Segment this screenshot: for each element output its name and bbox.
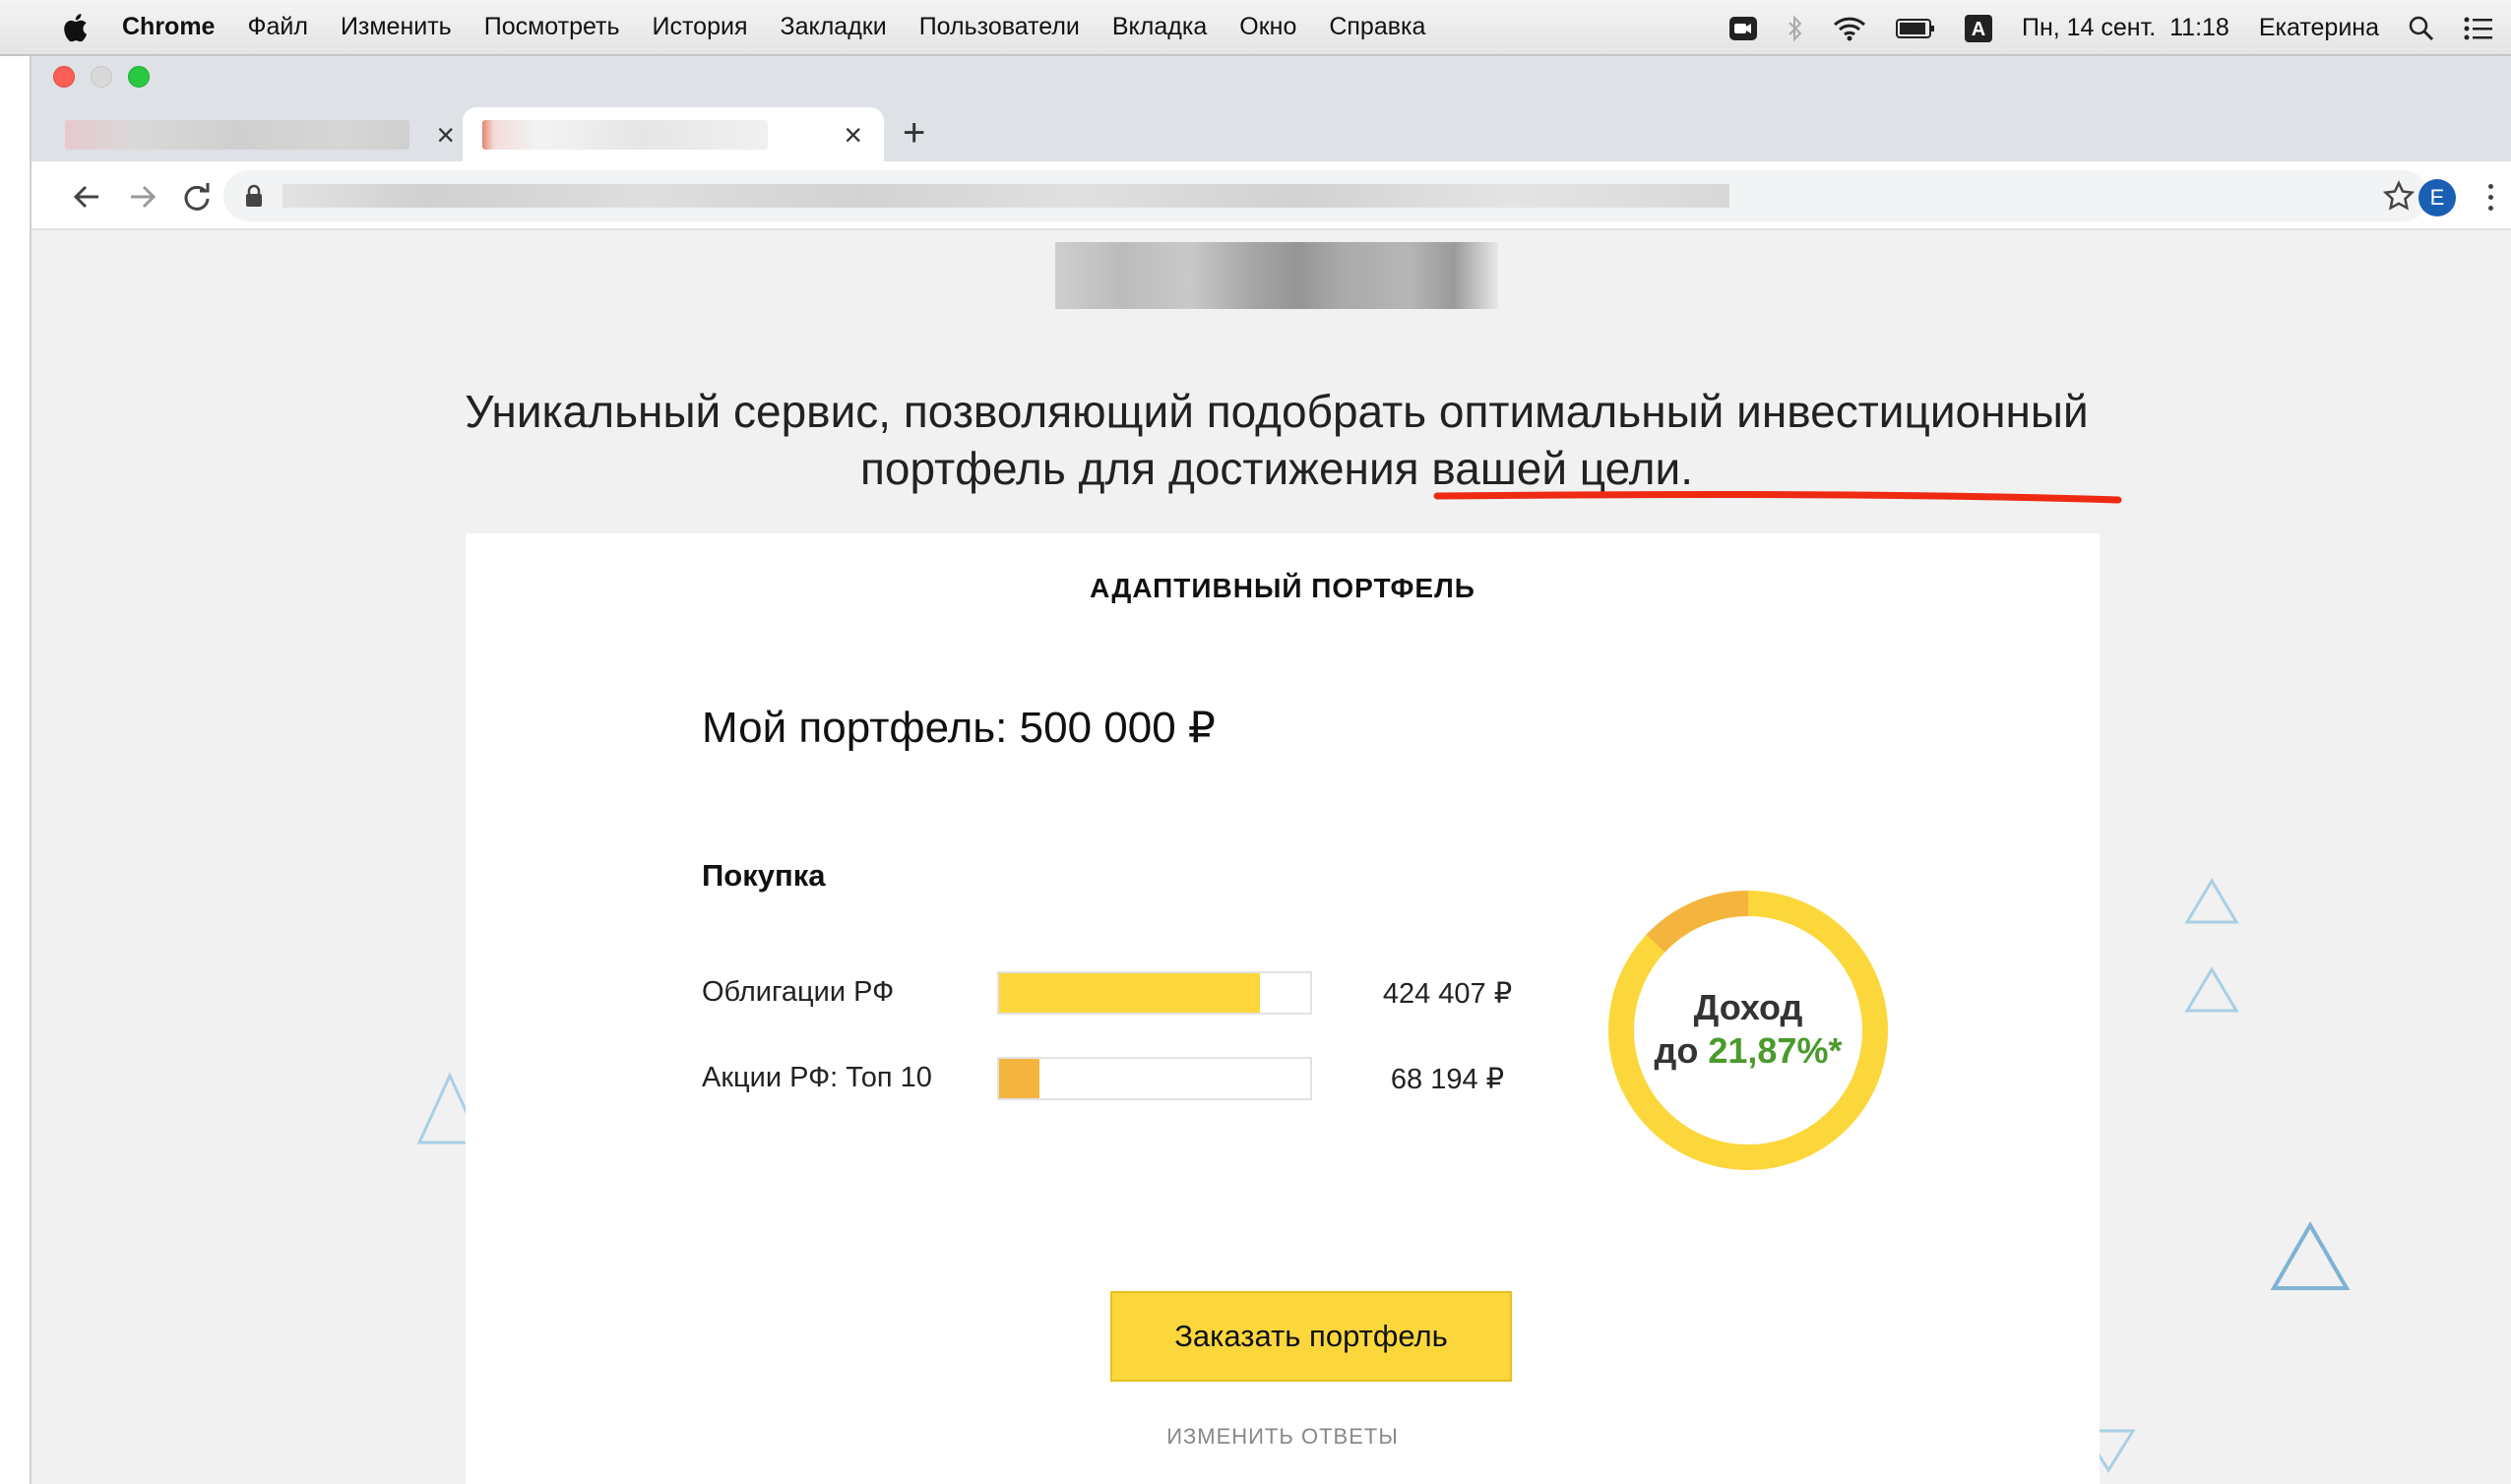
headline-highlight-2: портфель для достижения вашей цели. (860, 443, 1693, 494)
menu-history[interactable]: История (653, 13, 748, 41)
wifi-icon[interactable] (1833, 16, 1866, 41)
bookmark-star-icon[interactable] (2382, 180, 2416, 216)
menu-people[interactable]: Пользователи (919, 13, 1080, 41)
triangle-decoration-icon (2184, 966, 2239, 1013)
page-headline: Уникальный сервис, позволяющий подобрать… (327, 383, 2227, 497)
browser-window: × × + E Уникальный сервис, позволяющий п… (30, 56, 2511, 1484)
income-prefix: до (1654, 1030, 1709, 1071)
asset-name: Акции РФ: Топ 10 (702, 1062, 932, 1093)
triangle-decoration-icon (2184, 878, 2239, 924)
order-portfolio-button[interactable]: Заказать портфель (1110, 1291, 1512, 1382)
menu-help[interactable]: Справка (1329, 13, 1425, 41)
income-percentage: 21,87%* (1708, 1030, 1843, 1071)
menu-bookmarks[interactable]: Закладки (781, 13, 887, 41)
income-title: Доход (1693, 987, 1803, 1027)
allocation-bar (997, 1057, 1312, 1100)
menu-app-chrome[interactable]: Chrome (122, 13, 215, 41)
change-answers-link[interactable]: ИЗМЕНИТЬ ОТВЕТЫ (466, 1424, 2100, 1450)
headline-text: Уникальный сервис, позволяющий подобрать (465, 386, 1439, 437)
url-redacted (282, 184, 1729, 208)
address-bar[interactable] (223, 170, 2428, 221)
lock-icon[interactable] (245, 184, 263, 213)
close-window-button[interactable] (53, 66, 75, 88)
maximize-window-button[interactable] (128, 66, 150, 88)
tab-close-icon[interactable]: × (436, 119, 455, 151)
forward-arrow-icon[interactable] (125, 179, 160, 215)
menu-clock[interactable]: Пн, 14 сент. 11:18 (2022, 14, 2229, 42)
browser-tab-2-active[interactable]: × (463, 107, 884, 161)
purchase-heading: Покупка (702, 858, 826, 893)
profile-avatar[interactable]: E (2418, 179, 2456, 216)
notification-center-icon[interactable] (2464, 17, 2493, 40)
card-title: АДАПТИВНЫЙ ПОРТФЕЛЬ (1090, 573, 1475, 603)
menu-user[interactable]: Екатерина (2259, 14, 2379, 42)
window-controls (53, 66, 165, 88)
asset-amount: 68 194 ₽ (1390, 1064, 1505, 1095)
tab-close-icon[interactable]: × (844, 119, 862, 151)
browser-toolbar: E (31, 161, 2511, 230)
reload-icon[interactable] (179, 179, 215, 215)
back-arrow-icon[interactable] (69, 179, 104, 215)
web-page: Уникальный сервис, позволяющий подобрать… (31, 230, 2511, 1484)
asset-amount: 424 407 ₽ (1382, 978, 1513, 1010)
triangle-decoration-icon (2270, 1221, 2351, 1290)
asset-row-stocks: Акции РФ: Топ 10 68 194 ₽ (702, 1057, 1538, 1102)
menu-window[interactable]: Окно (1239, 13, 1296, 41)
tab-title-redacted (482, 119, 768, 150)
portfolio-value: Мой портфель: 500 000 ₽ (702, 704, 1216, 752)
asset-name: Облигации РФ (702, 976, 895, 1008)
tab-strip: × × + (31, 56, 2511, 161)
change-answers-label[interactable]: ИЗМЕНИТЬ ОТВЕТЫ (1166, 1424, 1399, 1449)
input-source-icon[interactable]: A (1964, 14, 1992, 42)
income-label: Доход до 21,87%* (1605, 986, 1891, 1073)
camera-icon[interactable] (1728, 16, 1758, 41)
allocation-bar (997, 971, 1312, 1015)
macos-menu-bar: Chrome Файл Изменить Посмотреть История … (0, 0, 2511, 56)
minimize-window-button[interactable] (91, 66, 112, 88)
spotlight-search-icon[interactable] (2409, 16, 2434, 41)
menu-file[interactable]: Файл (247, 13, 307, 41)
allocation-bar-fill (999, 1059, 1040, 1098)
new-tab-button[interactable]: + (903, 113, 925, 153)
asset-row-bonds: Облигации РФ 424 407 ₽ (702, 971, 1538, 1017)
browser-menu-icon[interactable] (2480, 175, 2500, 218)
menu-view[interactable]: Посмотреть (484, 13, 620, 41)
allocation-bar-fill (999, 973, 1261, 1013)
portfolio-card: АДАПТИВНЫЙ ПОРТФЕЛЬ Мой портфель: 500 00… (466, 533, 2100, 1484)
apple-icon[interactable] (57, 8, 96, 47)
battery-icon[interactable] (1895, 18, 1935, 39)
site-logo-redacted[interactable] (1055, 242, 1498, 309)
menu-edit[interactable]: Изменить (341, 13, 452, 41)
menu-tab[interactable]: Вкладка (1112, 13, 1207, 41)
browser-tab-1[interactable]: × (53, 107, 476, 161)
headline-highlight-1: оптимальный инвестиционный (1438, 386, 2089, 437)
bluetooth-icon[interactable] (1788, 15, 1803, 42)
tab-title-redacted (65, 119, 409, 150)
svg-text:A: A (1972, 19, 1985, 40)
